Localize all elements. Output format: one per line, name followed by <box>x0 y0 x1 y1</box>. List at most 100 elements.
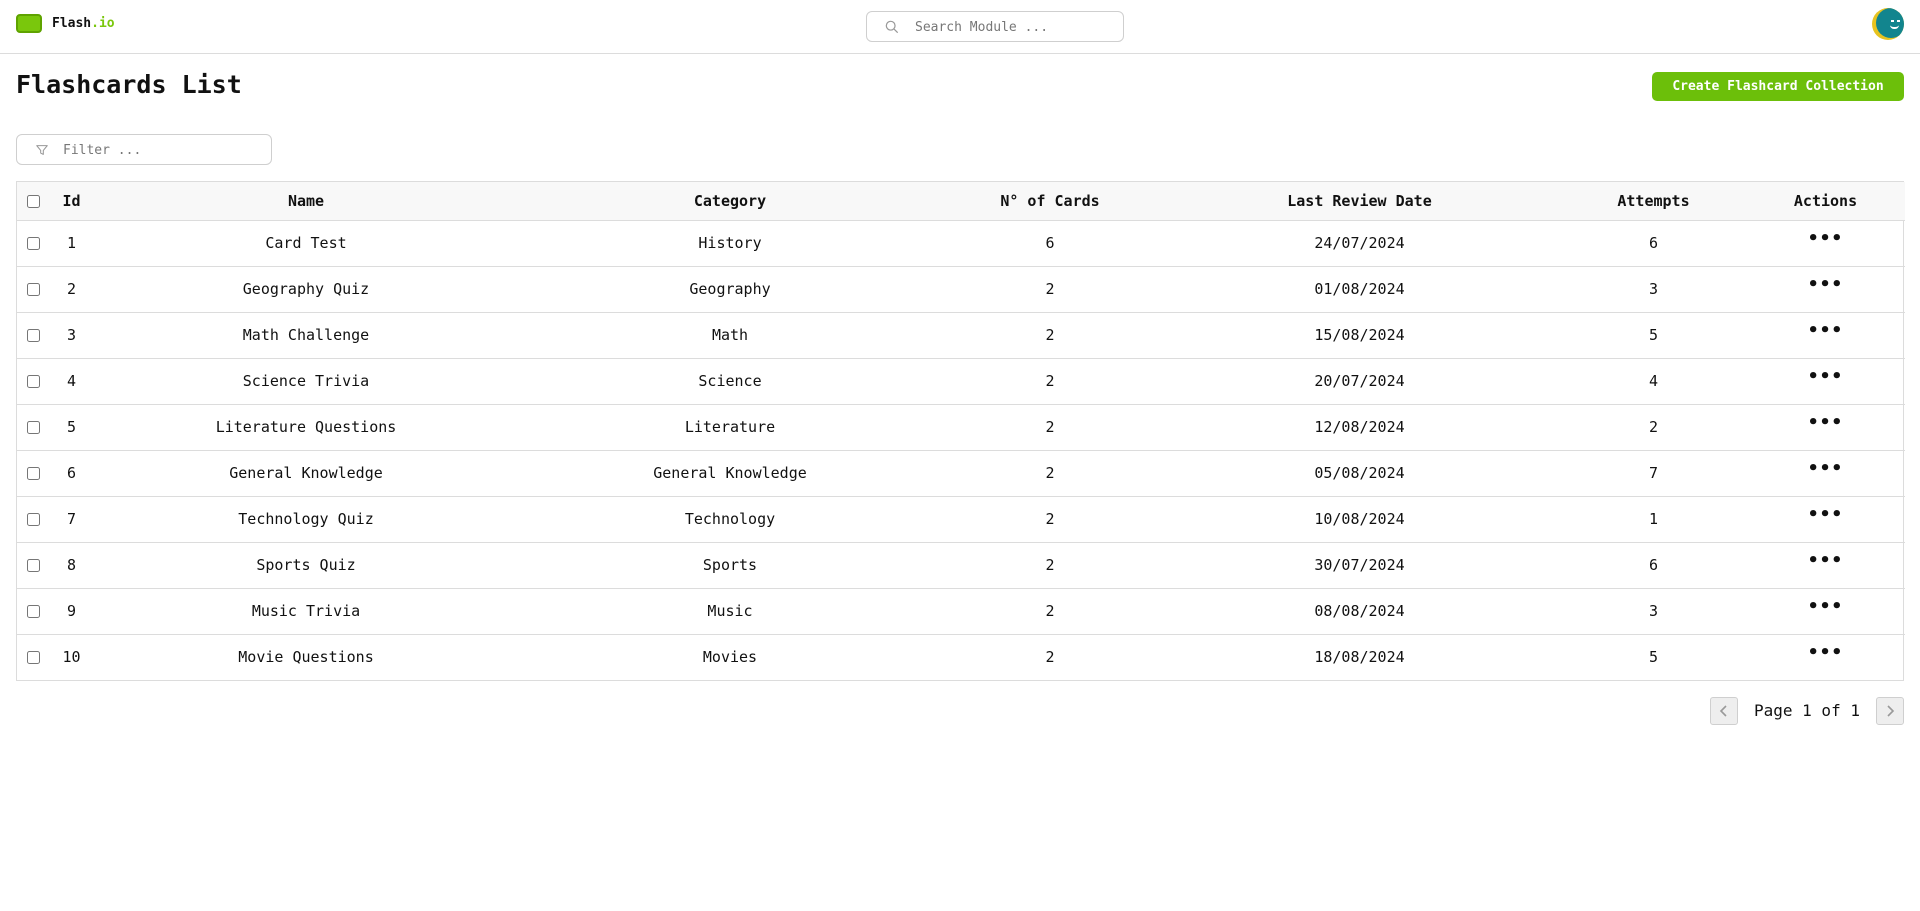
cell-last-review: 10/08/2024 <box>1314 510 1405 528</box>
row-select-cell <box>17 634 49 680</box>
cell-last-review: 08/08/2024 <box>1314 602 1405 620</box>
filter-icon <box>36 145 48 155</box>
header-cards[interactable]: N° of Cards <box>942 182 1158 220</box>
module-search[interactable] <box>866 11 1124 42</box>
page-indicator: Page 1 of 1 <box>1754 701 1860 720</box>
select-all-checkbox[interactable] <box>26 194 40 208</box>
cell-id: 8 <box>66 556 77 574</box>
row-select-cell <box>17 358 49 404</box>
row-select-cell <box>17 404 49 450</box>
brand-name: Flash.io <box>52 16 115 31</box>
cell-name: Sports Quiz <box>256 556 356 574</box>
cell-category: Music <box>707 602 753 620</box>
filter-box[interactable] <box>16 134 272 165</box>
cell-cards: 2 <box>1045 326 1055 344</box>
more-actions-icon[interactable]: ••• <box>1808 506 1844 524</box>
header-id[interactable]: Id <box>49 182 94 220</box>
more-actions-icon[interactable]: ••• <box>1808 598 1844 616</box>
chevron-right-icon <box>1887 705 1895 717</box>
row-checkbox[interactable] <box>26 375 40 388</box>
select-all-cell <box>17 182 49 220</box>
search-icon <box>885 20 899 34</box>
more-actions-icon[interactable]: ••• <box>1808 644 1844 662</box>
table-row[interactable]: 8 Sports Quiz Sports 2 30/07/2024 6 ••• <box>17 542 1905 588</box>
table-row[interactable]: 9 Music Trivia Music 2 08/08/2024 3 ••• <box>17 588 1905 634</box>
row-checkbox[interactable] <box>26 605 40 618</box>
cell-attempts: 6 <box>1648 234 1659 252</box>
row-select-cell <box>17 266 49 312</box>
filter-input[interactable] <box>63 140 263 160</box>
table-header-row: Id Name Category N° of Cards Last Review… <box>17 182 1905 220</box>
cell-category: Geography <box>689 280 771 298</box>
table-row[interactable]: 1 Card Test History 6 24/07/2024 6 ••• <box>17 220 1905 266</box>
table-row[interactable]: 2 Geography Quiz Geography 2 01/08/2024 … <box>17 266 1905 312</box>
cell-cards: 6 <box>1045 234 1055 252</box>
cell-id: 9 <box>66 602 77 620</box>
cell-last-review: 18/08/2024 <box>1314 648 1405 667</box>
row-checkbox[interactable] <box>26 513 40 526</box>
cell-actions: ••• <box>1746 450 1905 496</box>
cell-last-review: 30/07/2024 <box>1314 556 1405 574</box>
more-actions-icon[interactable]: ••• <box>1808 230 1844 248</box>
cell-attempts: 7 <box>1648 464 1659 482</box>
row-checkbox[interactable] <box>26 651 40 665</box>
more-actions-icon[interactable]: ••• <box>1808 322 1844 340</box>
table-row[interactable]: 4 Science Trivia Science 2 20/07/2024 4 … <box>17 358 1905 404</box>
cell-attempts: 6 <box>1648 556 1659 574</box>
prev-page-button[interactable] <box>1710 697 1738 725</box>
row-checkbox[interactable] <box>26 421 40 434</box>
cell-cards: 2 <box>1045 372 1055 390</box>
more-actions-icon[interactable]: ••• <box>1808 276 1844 294</box>
cell-last-review: 05/08/2024 <box>1314 464 1405 482</box>
cell-name: Geography Quiz <box>242 280 370 298</box>
row-select-cell <box>17 450 49 496</box>
row-select-cell <box>17 496 49 542</box>
table-row[interactable]: 7 Technology Quiz Technology 2 10/08/202… <box>17 496 1905 542</box>
table-row[interactable]: 6 General Knowledge General Knowledge 2 … <box>17 450 1905 496</box>
row-select-cell <box>17 542 49 588</box>
header-category[interactable]: Category <box>518 182 942 220</box>
cell-attempts: 3 <box>1648 280 1659 298</box>
row-checkbox[interactable] <box>26 559 40 572</box>
cell-id: 3 <box>66 326 77 344</box>
cell-last-review: 24/07/2024 <box>1314 234 1405 252</box>
next-page-button[interactable] <box>1876 697 1904 725</box>
row-select-cell <box>17 220 49 266</box>
cell-category: Science <box>698 372 762 390</box>
row-checkbox[interactable] <box>26 237 40 250</box>
pagination: Page 1 of 1 <box>1710 697 1904 725</box>
cell-name: Movie Questions <box>238 648 374 667</box>
table-row[interactable]: 5 Literature Questions Literature 2 12/0… <box>17 404 1905 450</box>
cell-last-review: 20/07/2024 <box>1314 372 1405 390</box>
logo-icon <box>16 14 42 33</box>
cell-attempts: 5 <box>1648 648 1659 667</box>
cell-actions: ••• <box>1746 542 1905 588</box>
more-actions-icon[interactable]: ••• <box>1808 552 1844 570</box>
table-row[interactable]: 10 Movie Questions Movies 2 18/08/2024 5… <box>17 634 1905 680</box>
avatar-face <box>1876 8 1904 38</box>
cell-id: 4 <box>66 372 77 390</box>
header-name[interactable]: Name <box>94 182 518 220</box>
table-row[interactable]: 3 Math Challenge Math 2 15/08/2024 5 ••• <box>17 312 1905 358</box>
user-avatar[interactable] <box>1872 8 1904 40</box>
cell-actions: ••• <box>1746 634 1905 680</box>
brand-tld: .io <box>91 16 115 31</box>
cell-attempts: 2 <box>1648 418 1659 436</box>
more-actions-icon[interactable]: ••• <box>1808 414 1844 432</box>
more-actions-icon[interactable]: ••• <box>1808 460 1844 478</box>
cell-id: 1 <box>66 234 77 252</box>
cell-actions: ••• <box>1746 220 1905 266</box>
more-actions-icon[interactable]: ••• <box>1808 368 1844 386</box>
row-select-cell <box>17 588 49 634</box>
row-checkbox[interactable] <box>26 283 40 296</box>
app-logo[interactable]: Flash.io <box>16 14 115 33</box>
row-checkbox[interactable] <box>26 329 40 342</box>
cell-id: 2 <box>66 280 77 298</box>
header-last-review[interactable]: Last Review Date <box>1158 182 1561 220</box>
cell-id: 10 <box>62 648 81 667</box>
header-attempts[interactable]: Attempts <box>1561 182 1746 220</box>
row-checkbox[interactable] <box>26 467 40 480</box>
search-input[interactable] <box>915 17 1115 37</box>
cell-attempts: 3 <box>1648 602 1659 620</box>
create-flashcard-collection-button[interactable]: Create Flashcard Collection <box>1652 72 1904 101</box>
